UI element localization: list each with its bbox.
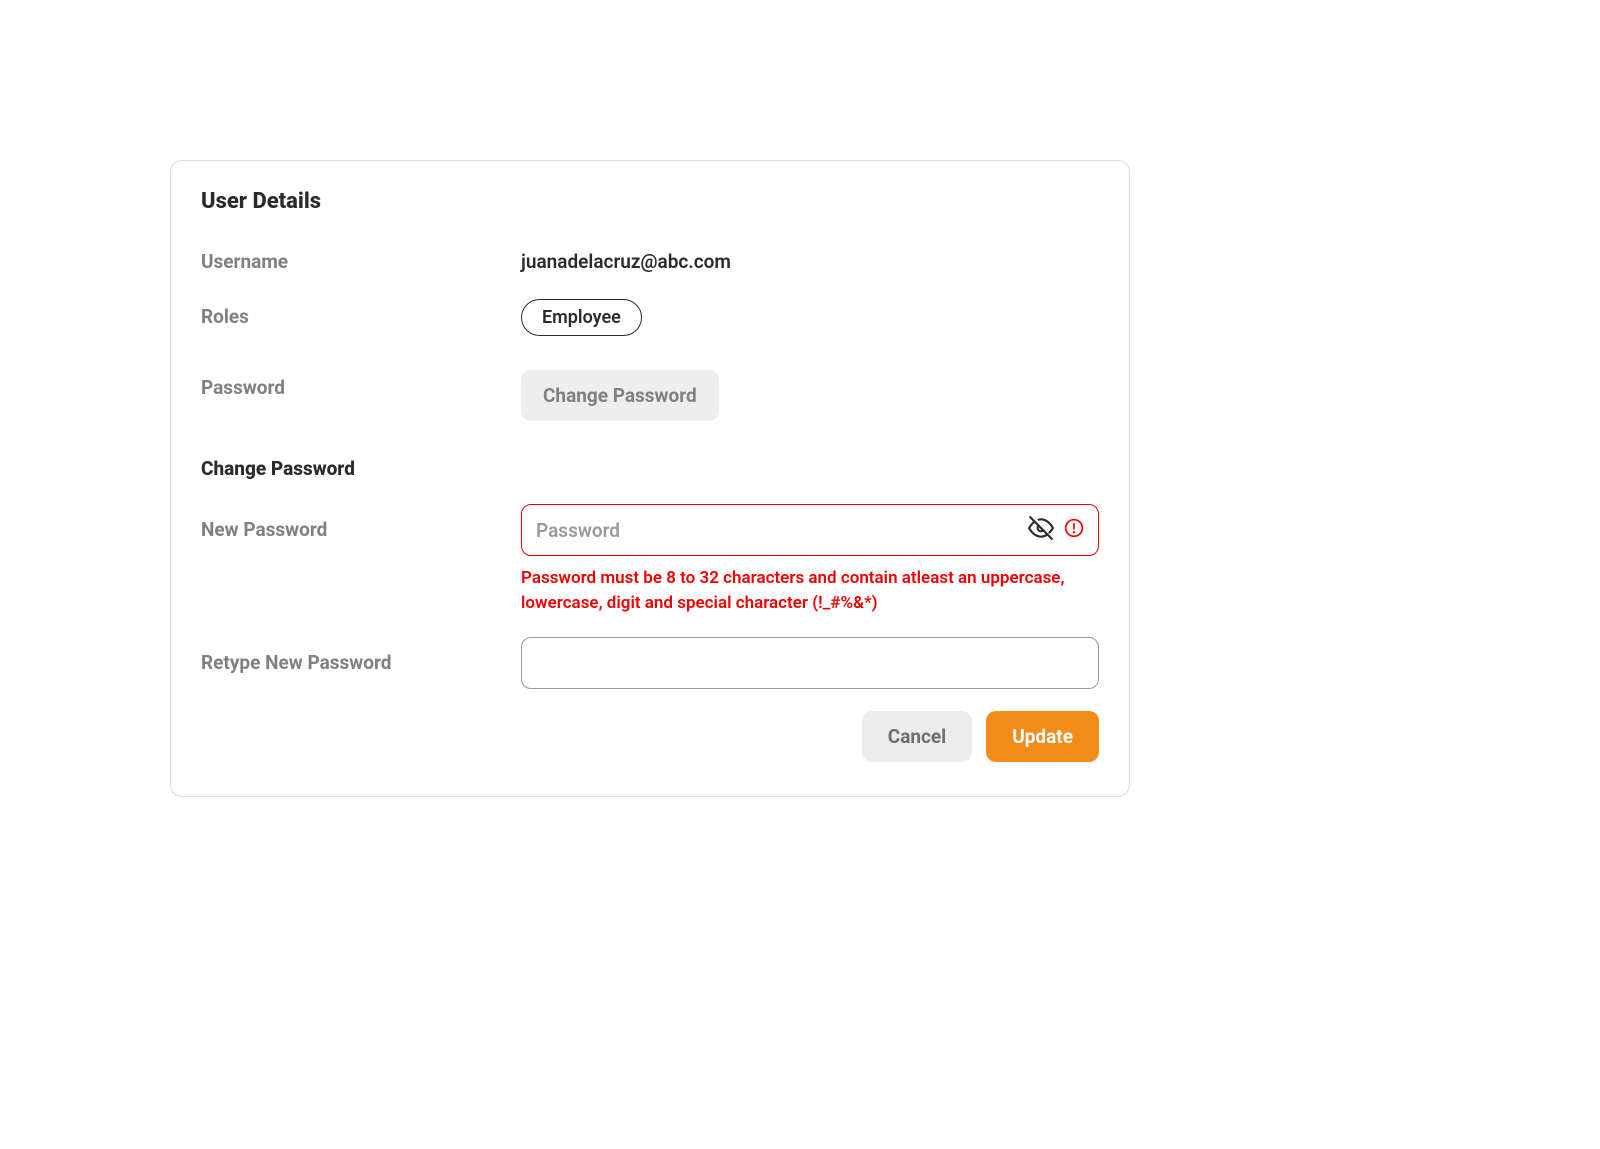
roles-label: Roles [201,299,521,328]
eye-off-icon[interactable] [1020,515,1054,545]
username-value: juanadelacruz@abc.com [521,244,1099,273]
retype-password-input[interactable] [536,638,1084,688]
update-button[interactable]: Update [986,711,1099,762]
retype-password-row: Retype New Password [201,637,1099,689]
change-password-heading: Change Password [201,457,1099,480]
password-label: Password [201,370,521,399]
username-label: Username [201,244,521,273]
user-details-card: User Details Username juanadelacruz@abc.… [170,160,1130,797]
new-password-row: New Password [201,504,1099,615]
retype-password-label: Retype New Password [201,637,521,674]
role-chip-employee[interactable]: Employee [521,299,642,336]
new-password-label: New Password [201,504,521,541]
password-row: Password Change Password [201,370,1099,421]
change-password-button[interactable]: Change Password [521,370,719,421]
new-password-error-text: Password must be 8 to 32 characters and … [521,566,1099,615]
form-actions: Cancel Update [201,711,1099,762]
cancel-button[interactable]: Cancel [862,711,972,762]
new-password-input[interactable] [536,505,1020,555]
retype-password-input-wrapper [521,637,1099,689]
roles-row: Roles Employee [201,299,1099,336]
alert-circle-icon [1054,518,1084,542]
card-title: User Details [201,189,1099,214]
username-row: Username juanadelacruz@abc.com [201,244,1099,273]
new-password-input-wrapper [521,504,1099,556]
